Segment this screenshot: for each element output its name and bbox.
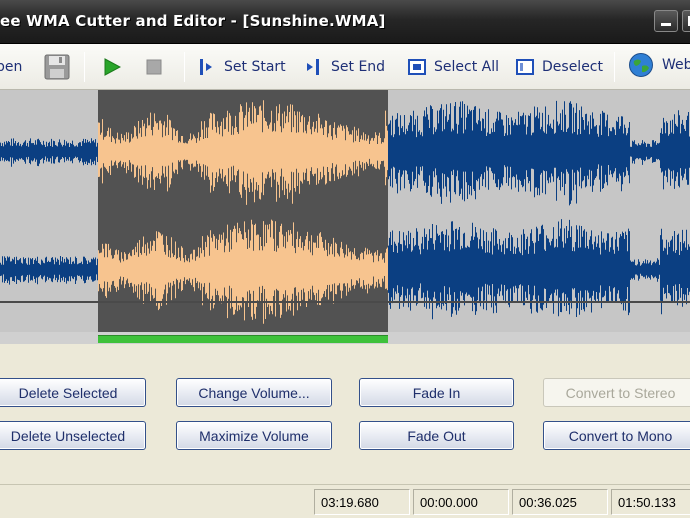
- play-button[interactable]: [103, 54, 129, 80]
- set-start-icon: [200, 59, 212, 75]
- maximize-volume-button[interactable]: Maximize Volume: [176, 421, 332, 450]
- globe-icon: [629, 53, 653, 77]
- stop-icon: [146, 59, 162, 75]
- waveform-display[interactable]: [0, 90, 690, 340]
- fade-out-button[interactable]: Fade Out: [359, 421, 514, 450]
- set-end-button[interactable]: Set End: [305, 54, 385, 80]
- selection-range-bar[interactable]: [98, 335, 388, 343]
- open-button[interactable]: pen: [0, 54, 22, 80]
- delete-selected-button[interactable]: Delete Selected: [0, 378, 146, 407]
- set-start-label: Set Start: [224, 59, 286, 75]
- select-all-button[interactable]: Select All: [408, 54, 499, 80]
- deselect-button[interactable]: Deselect: [516, 54, 603, 80]
- save-button[interactable]: [44, 54, 70, 80]
- channel-divider: [0, 301, 690, 303]
- deselect-label: Deselect: [542, 59, 603, 75]
- convert-to-stereo-button[interactable]: Convert to Stereo: [543, 378, 690, 407]
- selection-start-time: 00:00.000: [413, 489, 509, 515]
- web-label: Web: [662, 57, 690, 73]
- set-end-icon: [307, 59, 319, 75]
- deselect-icon: [516, 59, 534, 75]
- toolbar: pen Set Start Set End Select All Deselec…: [0, 44, 690, 90]
- convert-to-mono-button[interactable]: Convert to Mono: [543, 421, 690, 450]
- set-start-button[interactable]: Set Start: [198, 54, 286, 80]
- status-bar: 03:19.680 00:00.000 00:36.025 01:50.133: [0, 484, 690, 518]
- window-title: ee WMA Cutter and Editor - [Sunshine.WMA…: [0, 12, 386, 30]
- floppy-disk-icon: [44, 54, 70, 80]
- minimize-button[interactable]: [654, 10, 678, 32]
- fade-in-button[interactable]: Fade In: [359, 378, 514, 407]
- toolbar-separator: [84, 52, 85, 82]
- web-button[interactable]: Web: [628, 52, 690, 78]
- minimize-icon: [661, 23, 671, 26]
- select-all-icon: [408, 59, 426, 75]
- select-all-label: Select All: [434, 59, 499, 75]
- cursor-position-time: 01:50.133: [611, 489, 690, 515]
- change-volume-button[interactable]: Change Volume...: [176, 378, 332, 407]
- delete-unselected-button[interactable]: Delete Unselected: [0, 421, 146, 450]
- selection-end-time: 00:36.025: [512, 489, 608, 515]
- set-end-label: Set End: [331, 59, 386, 75]
- open-label: pen: [0, 59, 23, 75]
- maximize-button[interactable]: [682, 10, 690, 32]
- toolbar-separator: [614, 52, 615, 82]
- total-duration: 03:19.680: [314, 489, 410, 515]
- stop-button[interactable]: [145, 54, 171, 80]
- play-icon: [104, 58, 121, 76]
- toolbar-separator: [184, 52, 185, 82]
- title-bar: ee WMA Cutter and Editor - [Sunshine.WMA…: [0, 0, 690, 44]
